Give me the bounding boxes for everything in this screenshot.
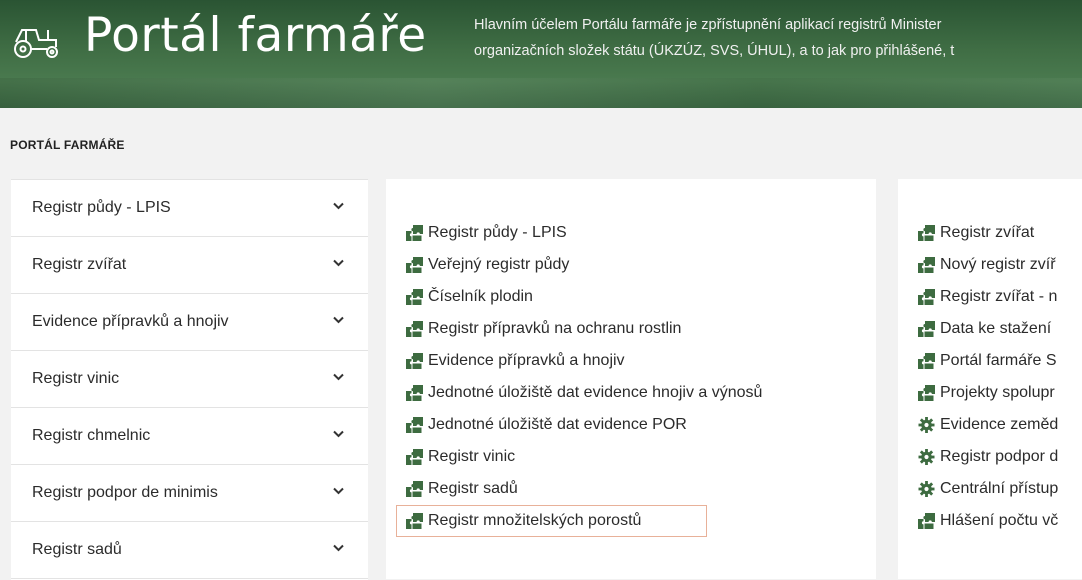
puzzle-icon — [918, 385, 935, 401]
puzzle-icon — [406, 289, 423, 305]
chevron-down-icon[interactable] — [333, 487, 344, 495]
puzzle-icon — [406, 449, 423, 465]
chevron-down-icon[interactable] — [333, 544, 344, 552]
application-link-label: Registr vinic — [428, 448, 516, 465]
portal-title[interactable]: Portál farmáře — [84, 8, 427, 63]
chevron-down-icon[interactable] — [333, 316, 344, 324]
puzzle-icon — [406, 225, 423, 241]
puzzle-icon — [406, 417, 423, 433]
application-link-label: Nový registr zvíř — [940, 256, 1056, 273]
chevron-down-icon[interactable] — [333, 373, 344, 381]
tractor-icon[interactable] — [12, 20, 62, 60]
sidebar-item-label: Registr zvířat — [32, 256, 127, 273]
puzzle-icon — [918, 257, 935, 273]
puzzle-icon — [406, 385, 423, 401]
application-link-label: Registr podpor d — [940, 448, 1059, 465]
puzzle-icon — [918, 513, 935, 529]
puzzle-icon — [918, 225, 935, 241]
application-link-label: Číselník plodin — [428, 288, 533, 305]
puzzle-icon — [406, 513, 423, 529]
sidebar-item[interactable]: Registr vinic — [11, 351, 368, 408]
application-link-label: Registr přípravků na ochranu rostlin — [428, 320, 682, 337]
gear-icon — [918, 481, 935, 497]
gear-icon — [918, 449, 935, 465]
sidebar-item[interactable]: Registr půdy - LPIS — [11, 180, 368, 237]
puzzle-icon — [918, 289, 935, 305]
puzzle-icon — [406, 481, 423, 497]
site-header: Portál farmáře Hlavním účelem Portálu fa… — [0, 0, 1082, 108]
puzzle-icon — [918, 321, 935, 337]
applications-panel-right: Registr zvířat Nový registr zvíř Registr z… — [898, 179, 1082, 579]
application-link-label: Jednotné úložiště dat evidence POR — [428, 416, 687, 433]
application-link-label: Evidence zeměd — [940, 416, 1059, 433]
application-link-label: Registr zvířat — [940, 224, 1035, 241]
application-link-label: Jednotné úložiště dat evidence hnojiv a … — [428, 384, 763, 401]
sidebar-item[interactable]: Registr podpor de minimis — [11, 465, 368, 522]
puzzle-icon — [406, 257, 423, 273]
application-link-label: Centrální přístup — [940, 480, 1059, 497]
application-link-label: Projekty spolupr — [940, 384, 1055, 401]
application-link-label: Registr zvířat - n — [940, 288, 1058, 305]
application-link-label: Hlášení počtu vč — [940, 512, 1059, 529]
application-link-label: Portál farmáře S — [940, 352, 1057, 369]
sidebar-item-label: Evidence přípravků a hnojiv — [32, 313, 229, 330]
application-link-label: Data ke stažení — [940, 320, 1052, 337]
sidebar-menu: Registr půdy - LPIS Registr zvířat Evidenc… — [11, 179, 368, 580]
sidebar-item-label: Registr sadů — [32, 541, 122, 558]
application-link-label: Veřejný registr půdy — [428, 256, 570, 273]
sidebar-item-label: Registr vinic — [32, 370, 120, 387]
sidebar-item[interactable]: Registr sadů — [11, 522, 368, 579]
puzzle-icon — [406, 353, 423, 369]
chevron-down-icon[interactable] — [333, 202, 344, 210]
puzzle-icon — [918, 353, 935, 369]
application-link-label: Registr sadů — [428, 480, 518, 497]
sidebar-item[interactable]: Registr chmelnic — [11, 408, 368, 465]
description-line: Hlavním účelem Portálu farmáře je zpříst… — [474, 17, 942, 33]
sidebar-item-label: Registr podpor de minimis — [32, 484, 218, 501]
application-link-label: Registr množitelských porostů — [428, 512, 642, 529]
applications-panel-left: Registr půdy - LPIS Veřejný registr půdy Č… — [386, 179, 876, 579]
sidebar-item-label: Registr půdy - LPIS — [32, 199, 171, 216]
application-link-label: Registr půdy - LPIS — [428, 224, 567, 241]
application-link-label: Evidence přípravků a hnojiv — [428, 352, 625, 369]
description-line: organizačních složek státu (ÚKZÚZ, SVS, … — [474, 43, 955, 59]
sidebar-item[interactable]: Registr zvířat — [11, 237, 368, 294]
sidebar-item-label: Registr chmelnic — [32, 427, 151, 444]
chevron-down-icon[interactable] — [333, 430, 344, 438]
gear-icon — [918, 417, 935, 433]
portal-description: Hlavním účelem Portálu farmáře je zpříst… — [474, 12, 1082, 64]
breadcrumb[interactable]: PORTÁL FARMÁŘE — [10, 138, 125, 152]
application-link[interactable]: Registr množitelských porostů — [396, 505, 707, 537]
chevron-down-icon[interactable] — [333, 259, 344, 267]
puzzle-icon — [406, 321, 423, 337]
sidebar-item[interactable]: Evidence přípravků a hnojiv — [11, 294, 368, 351]
